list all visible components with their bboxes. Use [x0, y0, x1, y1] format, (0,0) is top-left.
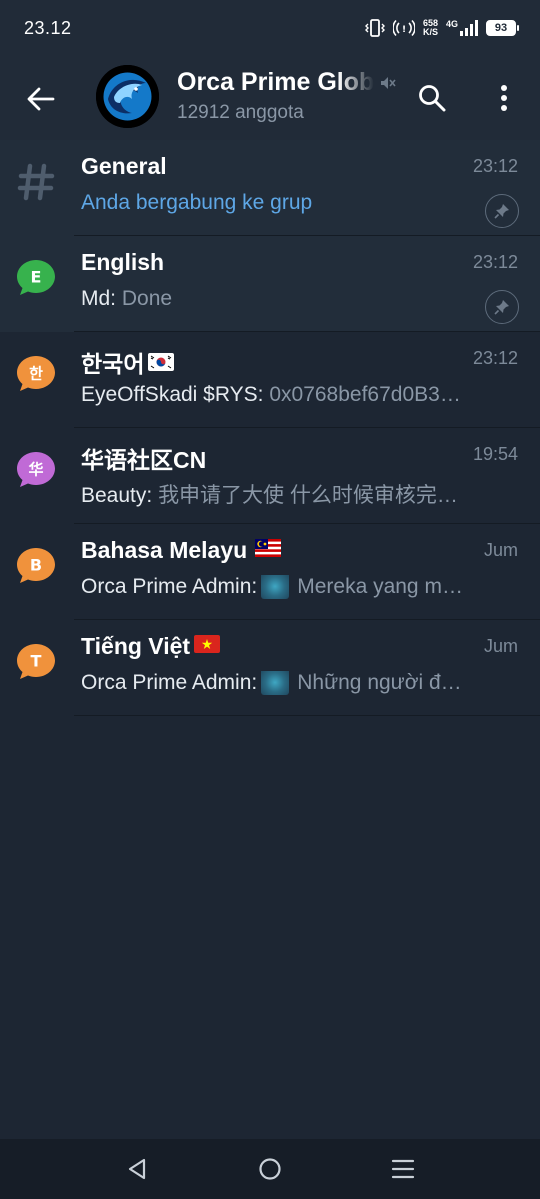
preview-text: Done — [121, 287, 173, 310]
topic-list: General 23:12 Anda bergabung ke grup E E… — [0, 140, 540, 716]
search-icon — [419, 85, 446, 112]
topic-name-wrap: 한국어 — [81, 345, 175, 379]
topic-bubble-icon-t: T — [14, 640, 58, 684]
topic-row-chinese[interactable]: 华 华语社区CN 19:54 Beauty: 我申请了大使 什么时候审核完… — [0, 428, 540, 524]
preview-text: 我申请了大使 什么时候审核完… — [158, 484, 458, 507]
search-button[interactable] — [410, 76, 454, 120]
topic-bubble-icon-b: B — [14, 544, 58, 588]
app-screen: 23.12 ! 658 K/S 4G 93 Orca Prime Global … — [0, 0, 540, 1199]
battery-level: 93 — [494, 22, 508, 34]
preview-sender: Orca Prime Admin: — [81, 575, 258, 598]
topic-row-malay[interactable]: B Bahasa Melayu Jum Orca Prime Admin: Mer… — [0, 524, 540, 620]
status-bar: 23.12 ! 658 K/S 4G 93 — [0, 0, 540, 56]
preview-text: Mereka yang m… — [297, 575, 463, 598]
network-type: 4G — [445, 19, 458, 29]
row-divider — [74, 715, 540, 716]
nav-recents-button[interactable] — [378, 1144, 428, 1194]
topic-time: 19:54 — [472, 444, 518, 464]
nav-recents-icon — [392, 1159, 415, 1179]
status-icons: ! 658 K/S 4G 93 — [364, 19, 519, 37]
flag-kr-icon — [148, 350, 175, 377]
group-avatar[interactable] — [96, 65, 159, 128]
topic-preview: Anda bergabung ke grup — [81, 191, 501, 215]
topic-time: 23:12 — [472, 348, 518, 368]
pin-icon — [485, 290, 519, 324]
hotspot-icon: ! — [392, 19, 415, 37]
group-title: Orca Prime Global — [177, 68, 374, 96]
orca-logo-icon — [96, 65, 159, 128]
preview-text: Anda bergabung ke grup — [81, 191, 313, 214]
topic-preview: Orca Prime Admin: Mereka yang m… — [81, 575, 501, 600]
preview-sender: Orca Prime Admin: — [81, 671, 258, 694]
topic-row-vietnamese[interactable]: T Tiếng Việt Jum Orca Prime Admin: Những … — [0, 620, 540, 716]
topic-time: Jum — [483, 540, 518, 560]
topic-icon-letter: T — [31, 652, 42, 671]
flag-vn-icon — [194, 632, 221, 659]
topic-icon-letter: 한 — [29, 365, 43, 383]
nav-home-icon — [259, 1158, 281, 1180]
preview-sender: Md: — [81, 287, 117, 310]
preview-sender: Beauty: — [81, 484, 153, 507]
media-thumbnail — [261, 671, 290, 696]
topic-row-korean[interactable]: 한 한국어 23:12 EyeOffSkadi $RYS: 0x0768bef6… — [0, 332, 540, 428]
topic-preview: EyeOffSkadi $RYS: 0x0768bef67d0B3… — [81, 383, 501, 407]
topic-name: 华语社区CN — [81, 447, 207, 473]
nav-back-button[interactable] — [112, 1144, 162, 1194]
net-speed-unit: K/S — [422, 27, 438, 37]
topic-icon-letter: 华 — [28, 461, 43, 479]
more-options-button[interactable] — [484, 76, 524, 120]
topic-name: General — [81, 153, 167, 179]
topic-row-english[interactable]: E English 23:12 Md: Done — [0, 236, 540, 332]
muted-speaker-icon — [379, 74, 397, 97]
topic-name-wrap: Bahasa Melayu — [81, 536, 282, 564]
topic-bubble-icon-hua: 华 — [14, 448, 58, 492]
topic-icon-letter: B — [30, 556, 42, 575]
status-time: 23.12 — [24, 17, 72, 38]
member-count: 12912 anggota — [177, 102, 304, 123]
battery-icon: 93 — [486, 20, 519, 36]
topic-icon-letter: E — [31, 268, 42, 287]
net-speed: 658 K/S — [423, 19, 438, 37]
topic-preview: Beauty: 我申请了大使 什么时候审核完… — [81, 479, 501, 509]
topic-name: English — [81, 249, 165, 275]
back-button[interactable] — [20, 78, 62, 120]
chat-header: Orca Prime Global 12912 anggota — [0, 56, 540, 140]
topic-name-wrap: Tiếng Việt — [81, 632, 221, 660]
topic-name: 한국어 — [81, 351, 145, 377]
preview-text: 0x0768bef67d0B3… — [269, 383, 461, 406]
topic-time: 23:12 — [472, 156, 518, 176]
topic-row-general[interactable]: General 23:12 Anda bergabung ke grup — [0, 140, 540, 236]
hash-icon — [14, 160, 58, 204]
topic-name: Bahasa Melayu — [81, 537, 248, 563]
media-thumbnail — [261, 575, 290, 600]
system-nav-bar — [0, 1139, 540, 1199]
preview-sender: EyeOffSkadi $RYS: — [81, 383, 264, 406]
topic-bubble-icon-han: 한 — [14, 352, 58, 396]
topic-preview: Orca Prime Admin: Những người đ… — [81, 671, 501, 696]
more-vert-icon — [501, 85, 507, 111]
topic-time: 23:12 — [472, 252, 518, 272]
preview-text: Những người đ… — [297, 671, 462, 694]
group-info[interactable]: Orca Prime Global 12912 anggota — [177, 68, 397, 124]
topic-bubble-icon-e: E — [14, 256, 58, 300]
signal-icon: 4G — [446, 20, 478, 36]
vibrate-icon — [364, 19, 385, 37]
svg-text:!: ! — [402, 25, 406, 35]
flag-my-icon — [255, 536, 282, 563]
topic-preview: Md: Done — [81, 287, 501, 311]
nav-home-button[interactable] — [245, 1144, 295, 1194]
pin-icon — [485, 194, 519, 228]
topic-time: Jum — [483, 636, 518, 656]
nav-back-icon — [128, 1158, 145, 1180]
back-arrow-icon — [27, 87, 55, 111]
topic-name: Tiếng Việt — [81, 633, 191, 659]
